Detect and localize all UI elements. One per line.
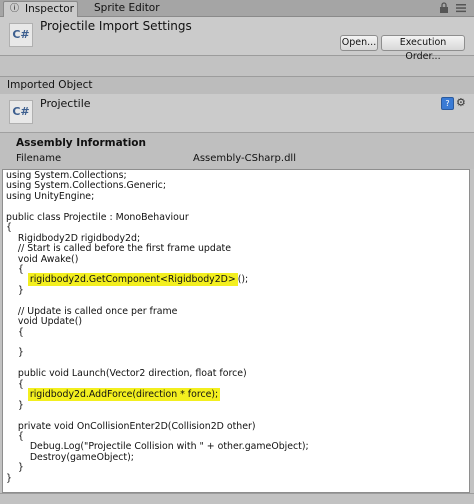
code-line: } (6, 347, 24, 359)
csharp-icon-text: C# (12, 105, 30, 118)
code-line: using UnityEngine; (6, 190, 95, 202)
code-line: void Awake() (6, 253, 79, 265)
code-line: } (6, 284, 24, 296)
import-settings-header: C# Projectile Import Settings Open... Ex… (0, 17, 474, 62)
tab-sprite-editor-label: Sprite Editor (94, 2, 160, 14)
code-lines: using System.Collections; using System.Co… (6, 170, 309, 484)
code-line: void Update() (6, 316, 83, 328)
code-line: } (6, 399, 24, 411)
code-line: { (6, 326, 24, 338)
csharp-script-icon: C# (9, 23, 33, 47)
code-line: public void Launch(Vector2 direction, fl… (6, 368, 247, 380)
csharp-script-icon: C# (9, 100, 33, 124)
imported-object-label: Imported Object (7, 79, 93, 91)
imported-object-section: Imported Object (0, 76, 474, 95)
code-line: } (6, 462, 24, 474)
code-line: public class Projectile : MonoBehaviour (6, 211, 189, 223)
code-line: rigidbody2d.AddForce(direction * force); (6, 388, 309, 402)
lock-icon[interactable] (438, 2, 450, 14)
menu-icon[interactable] (455, 3, 467, 13)
gear-icon[interactable]: ⚙ (456, 96, 466, 109)
highlighted-code: rigidbody2d.AddForce(direction * force); (27, 388, 221, 402)
info-icon: ⓘ (10, 4, 20, 14)
object-header: C# Projectile ? ⚙ (0, 94, 474, 132)
help-icon[interactable]: ? (441, 97, 454, 110)
script-preview[interactable]: using System.Collections; using System.Co… (2, 169, 470, 493)
highlighted-code: rigidbody2d.GetComponent<Rigidbody2D> (27, 273, 238, 287)
tab-inspector-label: Inspector (25, 3, 74, 15)
bottom-bar (0, 493, 474, 504)
tab-sprite-editor[interactable]: Sprite Editor (94, 1, 160, 16)
tab-bar: ⓘ Inspector Sprite Editor (0, 0, 474, 17)
filename-label: Filename (16, 153, 62, 164)
code-line: private void OnCollisionEnter2D(Collisio… (6, 420, 256, 432)
assembly-title: Assembly Information (16, 137, 146, 149)
tab-inspector[interactable]: ⓘ Inspector (3, 1, 78, 17)
import-settings-title: Projectile Import Settings (40, 19, 192, 33)
code-line: } (6, 472, 12, 484)
execution-order-button[interactable]: Execution Order... (381, 35, 465, 62)
assembly-information: Assembly Information Filename Assembly-C… (0, 132, 474, 169)
code-line: rigidbody2d.GetComponent<Rigidbody2D> (); (6, 273, 309, 287)
filename-value: Assembly-CSharp.dll (193, 153, 296, 164)
csharp-icon-text: C# (12, 28, 30, 41)
code-tail: (); (237, 274, 249, 286)
code-line: // Start is called before the first fram… (6, 243, 232, 255)
open-button[interactable]: Open... (340, 35, 378, 51)
object-name: Projectile (40, 97, 91, 110)
code-line: Destroy(gameObject); (6, 451, 134, 463)
